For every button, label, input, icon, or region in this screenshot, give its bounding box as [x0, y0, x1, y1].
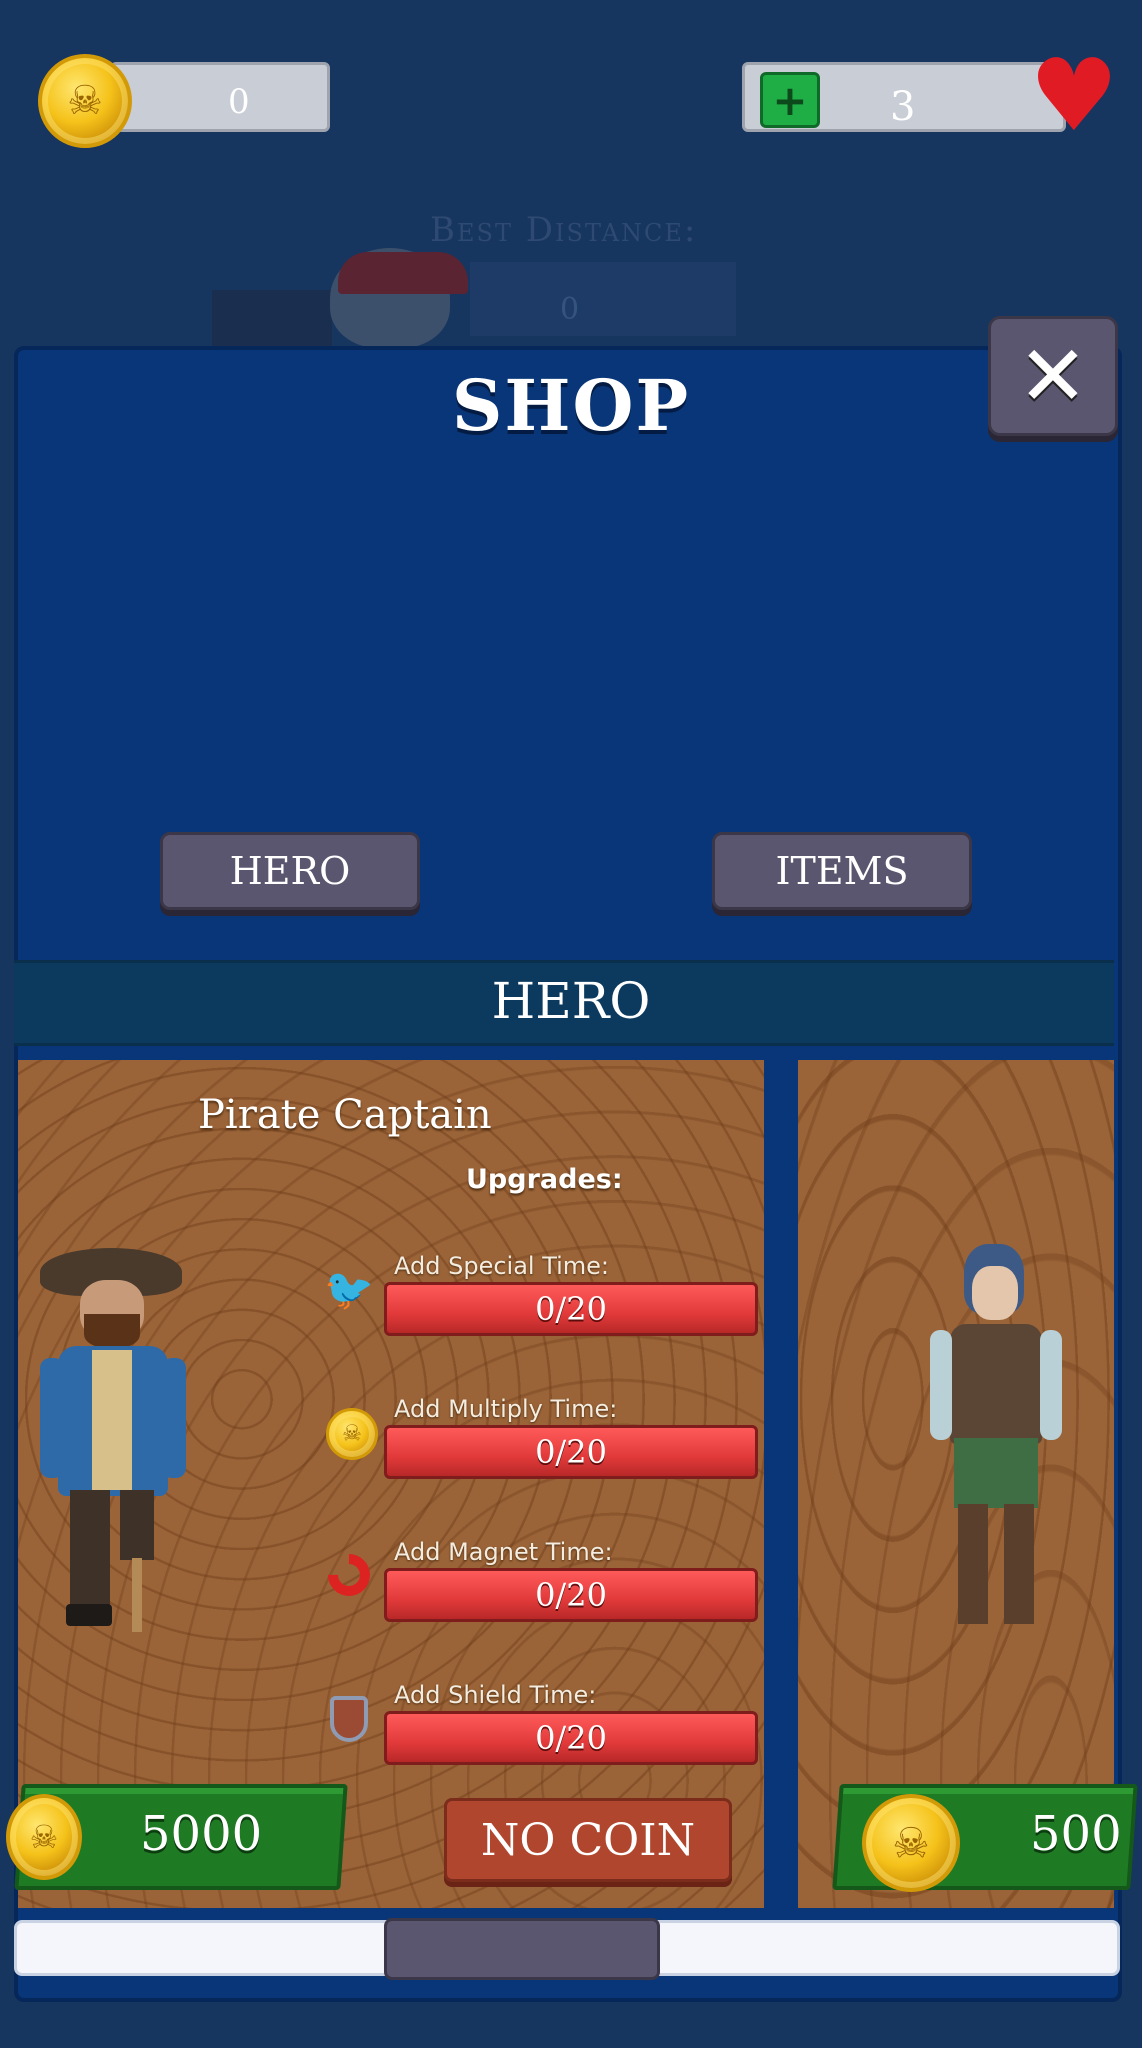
best-distance-label: Best Distance: — [430, 210, 698, 250]
coin-count: 0 — [228, 82, 250, 122]
bandana-icon — [338, 252, 468, 294]
heart-icon: ♥ — [1029, 37, 1119, 154]
skull-coin-icon: ☠ — [6, 1794, 82, 1880]
skull-coin-icon: ☠ — [862, 1794, 960, 1892]
scrollbar-thumb[interactable] — [384, 1918, 660, 1980]
shield-icon — [322, 1692, 376, 1746]
hero-price: 5000 — [140, 1806, 263, 1862]
background-element — [212, 290, 332, 350]
upgrades-label: Upgrades: — [466, 1164, 623, 1195]
upgrade-label: Add Magnet Time: — [394, 1538, 613, 1566]
close-button[interactable]: ✕ — [988, 316, 1118, 436]
buy-button[interactable]: NO COIN — [444, 1798, 732, 1882]
upgrade-special-time-button[interactable]: 0/20 — [384, 1282, 758, 1336]
hero-2-character — [922, 1240, 1072, 1640]
section-title: HERO — [491, 972, 651, 1030]
shop-title: SHOP — [451, 364, 691, 447]
upgrade-label: Add Multiply Time: — [394, 1395, 618, 1423]
best-distance-value: 0 — [560, 292, 580, 327]
upgrade-label: Add Shield Time: — [394, 1681, 597, 1709]
upgrade-shield-time-button[interactable]: 0/20 — [384, 1711, 758, 1765]
close-icon: ✕ — [1017, 327, 1089, 425]
tab-items[interactable]: ITEMS — [712, 832, 972, 910]
best-distance-box — [470, 262, 736, 336]
coin-x2-icon: ☠ — [322, 1404, 378, 1460]
coin-counter — [110, 62, 330, 132]
upgrade-multiply-time-button[interactable]: 0/20 — [384, 1425, 758, 1479]
lives-count: 3 — [890, 84, 916, 130]
tab-hero[interactable]: HERO — [160, 832, 420, 910]
hero-name: Pirate Captain — [198, 1092, 492, 1138]
upgrade-label: Add Special Time: — [394, 1252, 610, 1280]
skull-coin-icon: ☠ — [38, 54, 132, 148]
plus-icon: + — [772, 75, 808, 125]
pirate-captain-character — [36, 1240, 186, 1640]
parrot-icon: 🐦 — [324, 1266, 374, 1313]
magnet-icon — [319, 1545, 379, 1605]
hero-price: 500 — [1030, 1806, 1122, 1862]
add-lives-button[interactable]: + — [760, 72, 820, 128]
upgrade-magnet-time-button[interactable]: 0/20 — [384, 1568, 758, 1622]
